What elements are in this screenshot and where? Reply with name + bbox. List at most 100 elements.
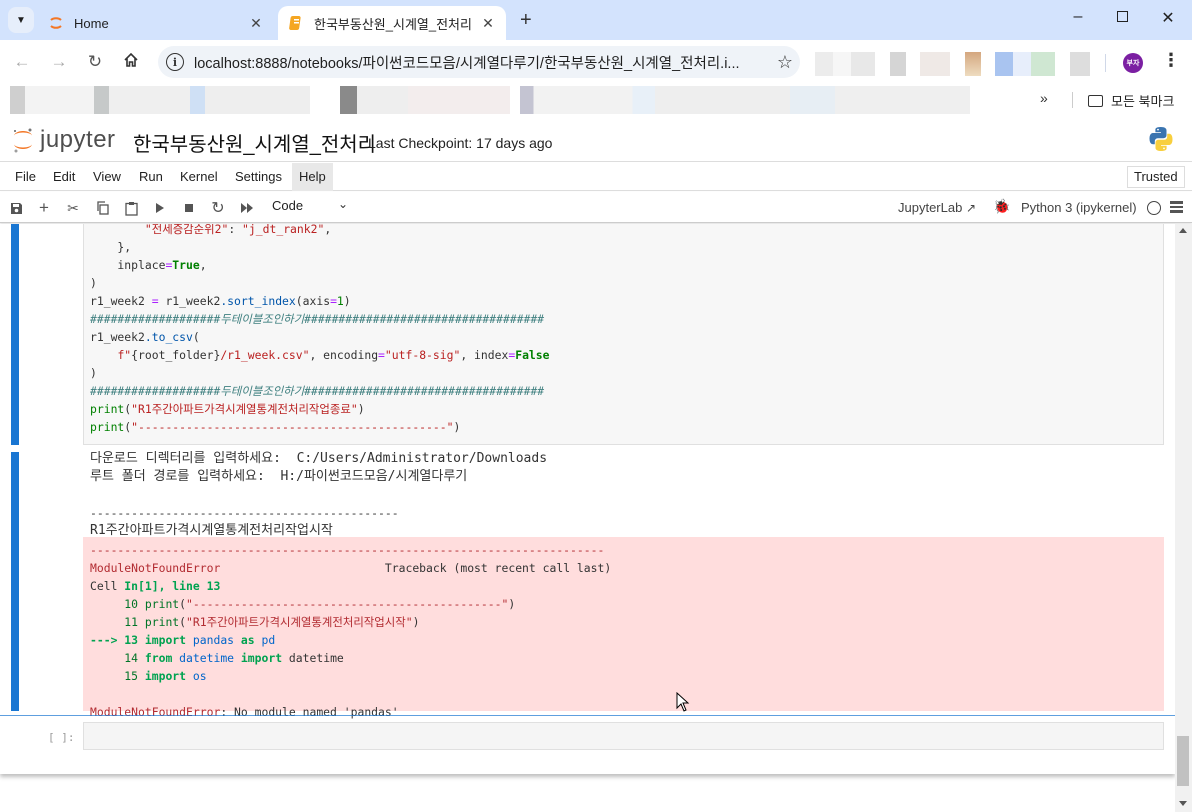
- code-token: 10: [124, 597, 139, 611]
- jupyter-logo[interactable]: jupyter: [12, 126, 116, 154]
- forward-button[interactable]: →: [47, 52, 71, 72]
- traceback-line: 10 print("------------------------------…: [90, 595, 611, 613]
- restart-run-all-button[interactable]: [237, 198, 257, 218]
- notebook-panel: "전세증감순위2": "j_dt_rank2", }, inplace=True…: [0, 224, 1175, 774]
- menu-kernel[interactable]: Kernel: [173, 163, 225, 191]
- cell-separator: [0, 715, 1175, 716]
- url-text[interactable]: localhost:8888/notebooks/파이썬코드모음/시계열다루기/…: [194, 52, 770, 73]
- code-token: ###################두테이블조인하기#############…: [90, 384, 545, 398]
- code-text[interactable]: "전세증감순위2": "j_dt_rank2", }, inplace=True…: [90, 224, 550, 436]
- cut-button[interactable]: ✂: [63, 198, 83, 218]
- code-token: 1: [336, 294, 344, 308]
- extension-icon[interactable]: [995, 52, 1055, 76]
- menu-settings[interactable]: Settings: [228, 163, 289, 191]
- code-token: os: [192, 669, 207, 683]
- menu-run[interactable]: Run: [132, 163, 170, 191]
- folder-icon: [1088, 94, 1103, 107]
- tab-home[interactable]: Home ✕: [38, 6, 274, 40]
- code-line: print("R1주간아파트가격시계열통계전처리작업종료"): [90, 400, 550, 418]
- code-token: f": [117, 348, 132, 362]
- insert-cell-button[interactable]: +: [34, 198, 54, 218]
- bookmark-item[interactable]: [340, 86, 510, 114]
- tab-notebook[interactable]: 한국부동산원_시계열_전처리 ✕: [278, 6, 506, 40]
- notebook-title[interactable]: 한국부동산원_시계열_전처리: [133, 128, 376, 157]
- jupyterlab-label: JupyterLab: [898, 200, 963, 215]
- stdout-output: 다운로드 디렉터리를 입력하세요: C:/Users/Administrator…: [90, 450, 547, 540]
- extension-icon[interactable]: [890, 52, 906, 76]
- scrollbar-thumb[interactable]: [1177, 736, 1189, 786]
- code-editor[interactable]: "전세증감순위2": "j_dt_rank2", }, inplace=True…: [83, 224, 1164, 445]
- bookmark-star-icon[interactable]: ☆: [770, 52, 800, 73]
- bookmark-item[interactable]: [10, 86, 310, 114]
- run-cell-button[interactable]: [150, 198, 170, 218]
- empty-code-cell[interactable]: [83, 722, 1164, 750]
- chevron-down-icon[interactable]: ⌄: [338, 197, 348, 211]
- close-tab-icon[interactable]: ✕: [478, 15, 498, 32]
- site-info-icon[interactable]: i: [166, 53, 184, 71]
- code-token: ): [90, 366, 97, 380]
- code-token: {root_folder}: [131, 348, 221, 362]
- bookmark-item[interactable]: [520, 86, 970, 114]
- minimize-button[interactable]: –: [1063, 8, 1093, 26]
- debugger-icon[interactable]: 🐞: [993, 198, 1010, 215]
- profile-avatar[interactable]: 부자: [1123, 53, 1143, 73]
- traceback-line: [90, 685, 611, 703]
- notebook-toolbar: + ✂ ↻ Code ⌄ JupyterLab ↗ 🐞 Python 3 (ip…: [0, 192, 1192, 223]
- home-button[interactable]: [119, 52, 143, 72]
- address-bar[interactable]: i localhost:8888/notebooks/파이썬코드모음/시계열다루…: [158, 46, 800, 78]
- cell-type-select[interactable]: Code: [272, 198, 303, 213]
- more-bookmarks-icon[interactable]: »: [1040, 90, 1048, 106]
- save-button[interactable]: [6, 198, 26, 218]
- close-tab-icon[interactable]: ✕: [246, 15, 266, 32]
- scroll-up-icon[interactable]: [1179, 228, 1187, 233]
- menu-file[interactable]: File: [8, 163, 43, 191]
- active-cell-indicator: [11, 224, 19, 445]
- open-jupyterlab-link[interactable]: JupyterLab ↗: [898, 200, 976, 215]
- code-token: Traceback (most recent call last): [220, 561, 612, 575]
- tab-title: Home: [74, 15, 109, 31]
- notebook-scrollbar[interactable]: [1175, 224, 1192, 812]
- menu-view[interactable]: View: [86, 163, 128, 191]
- traceback-line: ---> 13 import pandas as pd: [90, 631, 611, 649]
- copy-button[interactable]: [92, 198, 112, 218]
- browser-menu-icon[interactable]: ⋮: [1162, 50, 1180, 71]
- scroll-down-icon[interactable]: [1179, 801, 1187, 806]
- extension-icon[interactable]: [1070, 52, 1090, 76]
- traceback-line: Cell In[1], line 13: [90, 577, 611, 595]
- tab-search-button[interactable]: ▼: [8, 7, 34, 33]
- hamburger-menu-icon[interactable]: [1170, 201, 1183, 213]
- extension-icon[interactable]: [815, 52, 875, 76]
- code-token: =: [378, 348, 385, 362]
- kernel-name[interactable]: Python 3 (ipykernel): [1021, 200, 1137, 215]
- restart-kernel-button[interactable]: ↻: [208, 198, 228, 218]
- maximize-button[interactable]: [1107, 8, 1137, 26]
- back-button[interactable]: ←: [10, 52, 34, 72]
- menu-edit[interactable]: Edit: [46, 163, 82, 191]
- external-link-icon: ↗: [965, 201, 977, 215]
- new-tab-button[interactable]: +: [520, 9, 532, 32]
- interrupt-kernel-button[interactable]: [179, 198, 199, 218]
- mouse-cursor-icon: [676, 692, 690, 712]
- code-line: r1_week2.to_csv(: [90, 328, 550, 346]
- code-token: "R1주간아파트가격시계열통계전처리작업종료": [131, 402, 358, 416]
- code-line: r1_week2 = r1_week2.sort_index(axis=1): [90, 292, 550, 310]
- code-token: : No module named 'pandas': [220, 705, 399, 719]
- all-bookmarks-button[interactable]: 모든 북마크: [1088, 91, 1174, 110]
- reload-button[interactable]: ↻: [83, 52, 107, 72]
- paste-button[interactable]: [121, 198, 141, 218]
- bookmarks-bar: » 모든 북마크: [0, 84, 1192, 116]
- code-token: (: [192, 330, 200, 344]
- home-icon: [124, 52, 138, 67]
- code-token: False: [515, 348, 550, 362]
- extension-icon[interactable]: [965, 52, 981, 76]
- menu-help[interactable]: Help: [292, 163, 333, 191]
- trusted-badge[interactable]: Trusted: [1127, 166, 1185, 188]
- code-token: pd: [261, 633, 276, 647]
- kernel-status-idle-icon: [1147, 201, 1161, 215]
- code-token: .sort_index: [220, 294, 296, 308]
- close-window-button[interactable]: ✕: [1153, 8, 1183, 28]
- extension-icon[interactable]: [920, 52, 950, 76]
